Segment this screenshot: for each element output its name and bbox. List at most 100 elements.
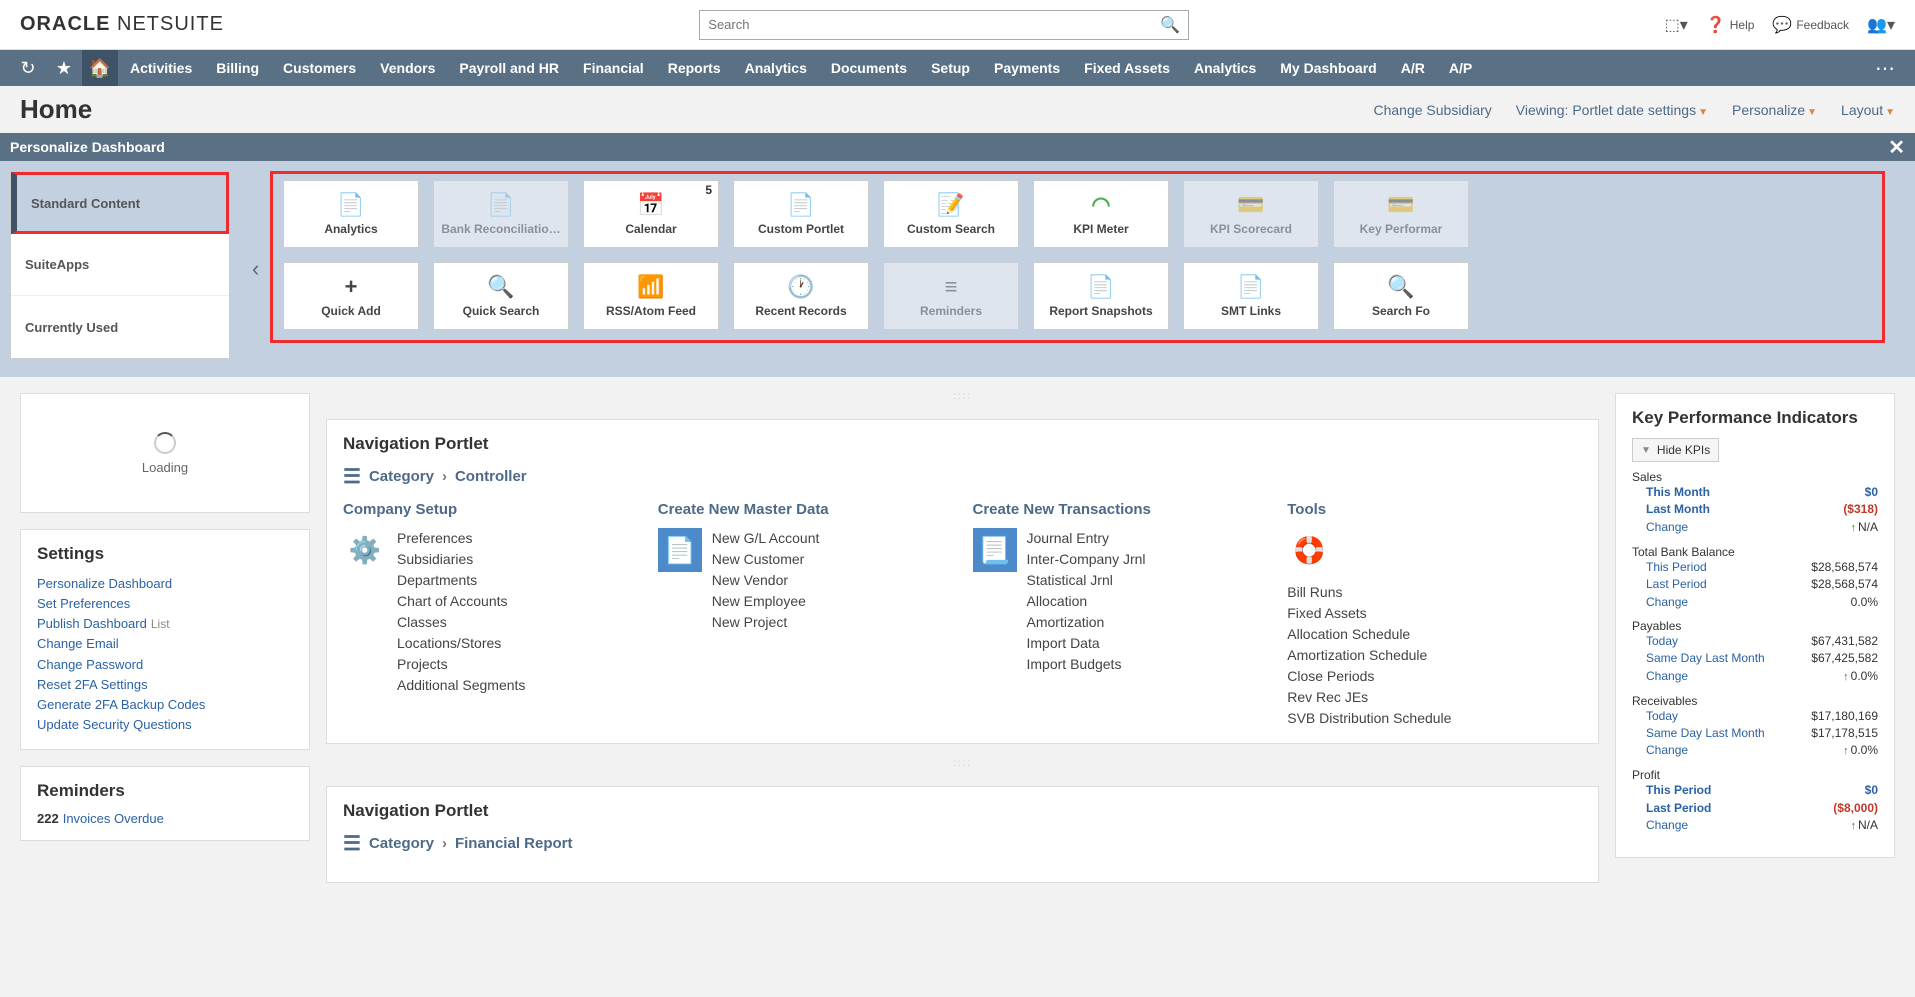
nav-link[interactable]: Journal Entry [1027,528,1146,549]
nav-analytics[interactable]: Analytics [733,50,819,86]
history-icon[interactable]: ↻ [10,50,46,86]
portlet-card-quick-add[interactable]: +Quick Add [283,262,419,330]
kpi-row[interactable]: Change↑0.0% [1632,668,1878,686]
nav-link[interactable]: Additional Segments [397,675,525,696]
feedback-link[interactable]: 💬Feedback [1772,15,1849,35]
settings-link[interactable]: Change Email [37,634,293,654]
crumb-controller[interactable]: Controller [455,468,527,485]
nav-my-dashboard[interactable]: My Dashboard [1268,50,1388,86]
nav-a-p[interactable]: A/P [1437,50,1484,86]
nav-link[interactable]: Amortization Schedule [1287,645,1582,666]
nav-link[interactable]: Chart of Accounts [397,591,525,612]
crumb-category[interactable]: Category [369,835,434,852]
more-menu-icon[interactable]: ⋯ [1875,56,1905,81]
nav-vendors[interactable]: Vendors [368,50,447,86]
kpi-row[interactable]: Change0.0% [1632,594,1878,611]
nav-link[interactable]: New Project [712,612,820,633]
nav-analytics[interactable]: Analytics [1182,50,1268,86]
kpi-row[interactable]: Last Month($318) [1632,501,1878,518]
settings-link[interactable]: Personalize Dashboard [37,574,293,594]
roles-icon[interactable]: 👥▾ [1867,15,1895,35]
personalize-dropdown[interactable]: Personalize▼ [1732,102,1817,118]
nav-link[interactable]: New Vendor [712,570,820,591]
sidebar-item-currently-used[interactable]: Currently Used [11,296,229,358]
kpi-row[interactable]: Change↑0.0% [1632,742,1878,760]
settings-link[interactable]: Update Security Questions [37,715,293,735]
create-icon[interactable]: ⬚▾ [1665,15,1688,35]
portlet-card-rss-atom-feed[interactable]: 📶RSS/Atom Feed [583,262,719,330]
nav-link[interactable]: Rev Rec JEs [1287,687,1582,708]
nav-link[interactable]: Locations/Stores [397,633,525,654]
nav-reports[interactable]: Reports [656,50,733,86]
nav-link[interactable]: Preferences [397,528,525,549]
kpi-row[interactable]: This Month$0 [1632,484,1878,501]
layout-dropdown[interactable]: Layout▼ [1841,102,1895,118]
kpi-row[interactable]: This Period$0 [1632,782,1878,799]
publish-list-link[interactable]: List [151,617,170,631]
portlet-card-kpi-meter[interactable]: ◠KPI Meter [1033,180,1169,248]
help-link[interactable]: ❓Help [1706,15,1755,35]
nav-fixed-assets[interactable]: Fixed Assets [1072,50,1182,86]
nav-link[interactable]: Departments [397,570,525,591]
nav-financial[interactable]: Financial [571,50,656,86]
kpi-row[interactable]: Change↑N/A [1632,519,1878,537]
crumb-financial-report[interactable]: Financial Report [455,835,573,852]
settings-link[interactable]: Reset 2FA Settings [37,675,293,695]
nav-link[interactable]: Fixed Assets [1287,603,1582,624]
crumb-category[interactable]: Category [369,468,434,485]
portlet-card-custom-search[interactable]: 📝Custom Search [883,180,1019,248]
nav-link[interactable]: Subsidiaries [397,549,525,570]
sidebar-item-suiteapps[interactable]: SuiteApps [11,234,229,296]
kpi-row[interactable]: Same Day Last Month$67,425,582 [1632,650,1878,667]
hide-kpis-button[interactable]: ▼ Hide KPIs [1632,438,1719,462]
nav-link[interactable]: Allocation Schedule [1287,624,1582,645]
nav-link[interactable]: Allocation [1027,591,1146,612]
drag-handle-icon[interactable]: :::: [326,760,1599,770]
nav-payroll-and-hr[interactable]: Payroll and HR [447,50,571,86]
search-input[interactable] [708,17,1160,32]
portlet-card-calendar[interactable]: 📅Calendar5 [583,180,719,248]
nav-link[interactable]: Import Data [1027,633,1146,654]
reminder-item[interactable]: 222Invoices Overdue [37,811,293,826]
nav-setup[interactable]: Setup [919,50,982,86]
drag-handle-icon[interactable]: :::: [326,393,1599,403]
nav-link[interactable]: Inter-Company Jrnl [1027,549,1146,570]
nav-billing[interactable]: Billing [204,50,271,86]
nav-link[interactable]: Statistical Jrnl [1027,570,1146,591]
portlet-card-smt-links[interactable]: 📄SMT Links [1183,262,1319,330]
nav-customers[interactable]: Customers [271,50,368,86]
home-icon[interactable]: 🏠 [82,50,118,86]
nav-link[interactable]: Amortization [1027,612,1146,633]
portlet-card-search-fo[interactable]: 🔍Search Fo [1333,262,1469,330]
nav-link[interactable]: Bill Runs [1287,582,1582,603]
sidebar-item-standard-content[interactable]: Standard Content [11,172,229,234]
kpi-row[interactable]: Same Day Last Month$17,178,515 [1632,725,1878,742]
settings-link[interactable]: Generate 2FA Backup Codes [37,695,293,715]
settings-link[interactable]: Set Preferences [37,594,293,614]
nav-link[interactable]: New Employee [712,591,820,612]
close-icon[interactable]: ✕ [1888,135,1905,160]
settings-link[interactable]: Change Password [37,655,293,675]
portlet-card-recent-records[interactable]: 🕐Recent Records [733,262,869,330]
viewing-dropdown[interactable]: Viewing: Portlet date settings▼ [1516,102,1708,118]
favorites-icon[interactable]: ★ [46,50,82,86]
nav-a-r[interactable]: A/R [1389,50,1437,86]
portlet-card-report-snapshots[interactable]: 📄Report Snapshots [1033,262,1169,330]
kpi-row[interactable]: This Period$28,568,574 [1632,559,1878,576]
nav-payments[interactable]: Payments [982,50,1072,86]
menu-icon[interactable]: ☰ [343,464,361,489]
change-subsidiary-link[interactable]: Change Subsidiary [1373,102,1491,118]
portlet-card-analytics[interactable]: 📄Analytics [283,180,419,248]
portlet-card-quick-search[interactable]: 🔍Quick Search [433,262,569,330]
nav-link[interactable]: Close Periods [1287,666,1582,687]
kpi-row[interactable]: Change↑N/A [1632,817,1878,835]
nav-link[interactable]: New G/L Account [712,528,820,549]
settings-link[interactable]: Publish Dashboard [37,616,147,631]
portlet-card-custom-portlet[interactable]: 📄Custom Portlet [733,180,869,248]
nav-link[interactable]: Projects [397,654,525,675]
kpi-row[interactable]: Last Period$28,568,574 [1632,576,1878,593]
nav-link[interactable]: SVB Distribution Schedule [1287,708,1582,729]
kpi-row[interactable]: Today$17,180,169 [1632,708,1878,725]
nav-documents[interactable]: Documents [819,50,919,86]
nav-link[interactable]: New Customer [712,549,820,570]
